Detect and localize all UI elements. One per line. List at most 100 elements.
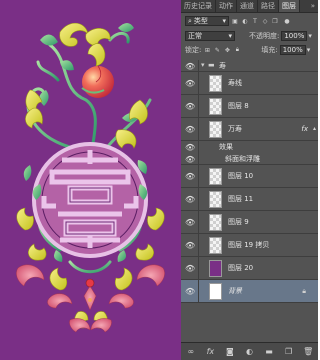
layer-row-selected[interactable]: 👁︎ 背景 🔒︎ <box>181 280 318 303</box>
folder-icon: ▬ <box>208 61 215 69</box>
search-icon: ⌕ <box>188 16 192 25</box>
chevron-down-icon: ▾ <box>222 17 226 25</box>
layer-row[interactable]: 👁︎ 图层 10 <box>181 165 318 188</box>
add-layer-style-icon[interactable]: fx <box>205 347 215 357</box>
layer-name: 寿 <box>219 62 226 70</box>
filter-type-icon[interactable]: T <box>251 17 259 25</box>
visibility-eye-icon[interactable]: 👁︎ <box>185 264 195 273</box>
chevron-down-icon[interactable]: ▾ <box>307 46 311 54</box>
new-layer-icon[interactable]: ❐ <box>284 347 294 357</box>
lock-label: 锁定: <box>185 46 202 54</box>
layer-thumbnail <box>209 191 222 208</box>
tab-actions[interactable]: 动作 <box>216 0 237 12</box>
layer-filter-select[interactable]: ⌕ 类型 ▾ <box>185 16 229 26</box>
visibility-eye-icon[interactable]: 👁︎ <box>185 172 195 181</box>
layer-row[interactable]: 👁︎ 图层 19 拷贝 <box>181 234 318 257</box>
layer-effects-icon[interactable]: fx <box>301 125 308 133</box>
filter-type-label: 类型 <box>193 17 208 25</box>
fill-label: 填充: <box>261 46 278 54</box>
visibility-eye-icon[interactable]: 👁︎ <box>185 102 195 111</box>
chevron-down-icon[interactable]: ▾ <box>308 32 312 40</box>
visibility-eye-icon[interactable]: 👁︎ <box>185 143 195 152</box>
app-window: 历史记录 动作 通道 路径 图层 » ⌕ 类型 ▾ ▣ ◐ T ◇ ❐ ● 正常 <box>0 0 318 360</box>
layer-thumbnail <box>209 283 222 300</box>
document-canvas[interactable] <box>0 0 181 360</box>
tab-history[interactable]: 历史记录 <box>181 0 216 12</box>
filter-smart-object-icon[interactable]: ❐ <box>271 17 279 25</box>
layer-thumbnail <box>209 168 222 185</box>
layer-name: 图层 19 拷贝 <box>228 241 270 249</box>
panel-tabs: 历史记录 动作 通道 路径 图层 » <box>181 0 318 13</box>
fill-value: 100% <box>282 46 303 54</box>
peach-ornament <box>81 65 114 98</box>
layer-effects-row[interactable]: 👁︎ 效果 <box>181 141 318 153</box>
layer-thumbnail <box>209 121 222 138</box>
vine-stem <box>48 43 97 152</box>
lock-all-icon[interactable]: 🔒︎ <box>233 46 241 54</box>
filter-pixel-icon[interactable]: ▣ <box>231 17 239 25</box>
visibility-eye-icon[interactable]: 👁︎ <box>185 79 195 88</box>
visibility-eye-icon[interactable]: 👁︎ <box>185 155 195 164</box>
lock-transparent-icon[interactable]: ⊞ <box>203 46 211 54</box>
layer-thumbnail <box>209 260 222 277</box>
layer-name: 图层 8 <box>228 102 249 110</box>
blend-mode-value: 正常 <box>188 32 202 40</box>
layer-row[interactable]: 👁︎ 寿线 <box>181 72 318 95</box>
layer-thumbnail <box>209 75 222 92</box>
layer-row[interactable]: 👁︎ 图层 9 <box>181 211 318 234</box>
visibility-eye-icon[interactable]: 👁︎ <box>185 218 195 227</box>
opacity-label: 不透明度: <box>249 32 280 40</box>
chevron-up-icon[interactable]: ▴ <box>313 125 316 132</box>
layer-name: 万寿 <box>228 125 242 133</box>
layer-thumbnail <box>209 98 222 115</box>
visibility-eye-icon[interactable]: 👁︎ <box>185 125 195 134</box>
opacity-value: 100% <box>284 32 305 40</box>
layer-name: 背景 <box>228 287 242 295</box>
lock-position-icon[interactable]: ✥ <box>223 46 231 54</box>
lock-icon: 🔒︎ <box>302 287 306 295</box>
panel-menu-chevron-icon[interactable]: » <box>308 0 318 12</box>
layer-thumbnail <box>209 214 222 231</box>
layer-thumbnail <box>209 237 222 254</box>
visibility-eye-icon[interactable]: 👁︎ <box>185 195 195 204</box>
visibility-eye-icon[interactable]: 👁︎ <box>185 62 195 71</box>
vine-stem <box>36 60 60 82</box>
layer-effect-bevel-row[interactable]: 👁︎ 斜面和浮雕 <box>181 153 318 165</box>
layer-row[interactable]: 👁︎ 万寿 fx ▴ <box>181 118 318 141</box>
filter-toggle-icon[interactable]: ● <box>283 17 291 25</box>
tab-paths[interactable]: 路径 <box>258 0 279 12</box>
add-mask-icon[interactable]: ◙ <box>225 347 235 357</box>
vine-stem <box>68 260 112 274</box>
layer-name: 寿线 <box>228 79 242 87</box>
filter-shape-icon[interactable]: ◇ <box>261 17 269 25</box>
layer-name: 图层 9 <box>228 218 249 226</box>
visibility-eye-icon[interactable]: 👁︎ <box>185 241 195 250</box>
adjustment-layer-icon[interactable]: ◐ <box>244 347 254 357</box>
layer-row[interactable]: 👁︎ 图层 11 <box>181 188 318 211</box>
new-group-icon[interactable]: ▬ <box>264 347 274 357</box>
layer-name: 图层 10 <box>228 172 254 180</box>
opacity-field[interactable]: 100% <box>281 31 308 41</box>
visibility-eye-icon[interactable]: 👁︎ <box>185 287 195 296</box>
chevron-down-icon: ▾ <box>228 32 232 40</box>
layers-panel: 历史记录 动作 通道 路径 图层 » ⌕ 类型 ▾ ▣ ◐ T ◇ ❐ ● 正常 <box>181 0 318 360</box>
trash-icon[interactable]: 🗑︎ <box>303 347 313 357</box>
effects-label: 效果 <box>219 143 233 151</box>
vine-stem <box>108 32 130 44</box>
layer-name: 图层 20 <box>228 264 254 272</box>
link-layers-icon[interactable]: ∞ <box>186 347 196 357</box>
layer-name: 图层 11 <box>228 195 254 203</box>
layer-group-shou[interactable]: 👁︎ ▾ ▬ 寿 <box>181 60 318 72</box>
effect-bevel-emboss-label: 斜面和浮雕 <box>225 155 260 163</box>
lock-image-icon[interactable]: ✎ <box>213 46 221 54</box>
chevron-down-icon[interactable]: ▾ <box>201 61 205 69</box>
fill-field[interactable]: 100% <box>279 45 306 55</box>
layer-list: 👁︎ ▾ ▬ 寿 👁︎ 寿线 👁︎ 图层 8 👁︎ 万寿 fx ▴ 👁︎ 效果 … <box>181 60 318 343</box>
tab-layers[interactable]: 图层 <box>279 0 300 12</box>
filter-adjustment-icon[interactable]: ◐ <box>241 17 249 25</box>
layers-bottom-toolbar: ∞ fx ◙ ◐ ▬ ❐ 🗑︎ <box>181 342 318 360</box>
layer-row[interactable]: 👁︎ 图层 8 <box>181 95 318 118</box>
layer-row[interactable]: 👁︎ 图层 20 <box>181 257 318 280</box>
blend-mode-select[interactable]: 正常 ▾ <box>185 31 235 41</box>
tab-channels[interactable]: 通道 <box>237 0 258 12</box>
